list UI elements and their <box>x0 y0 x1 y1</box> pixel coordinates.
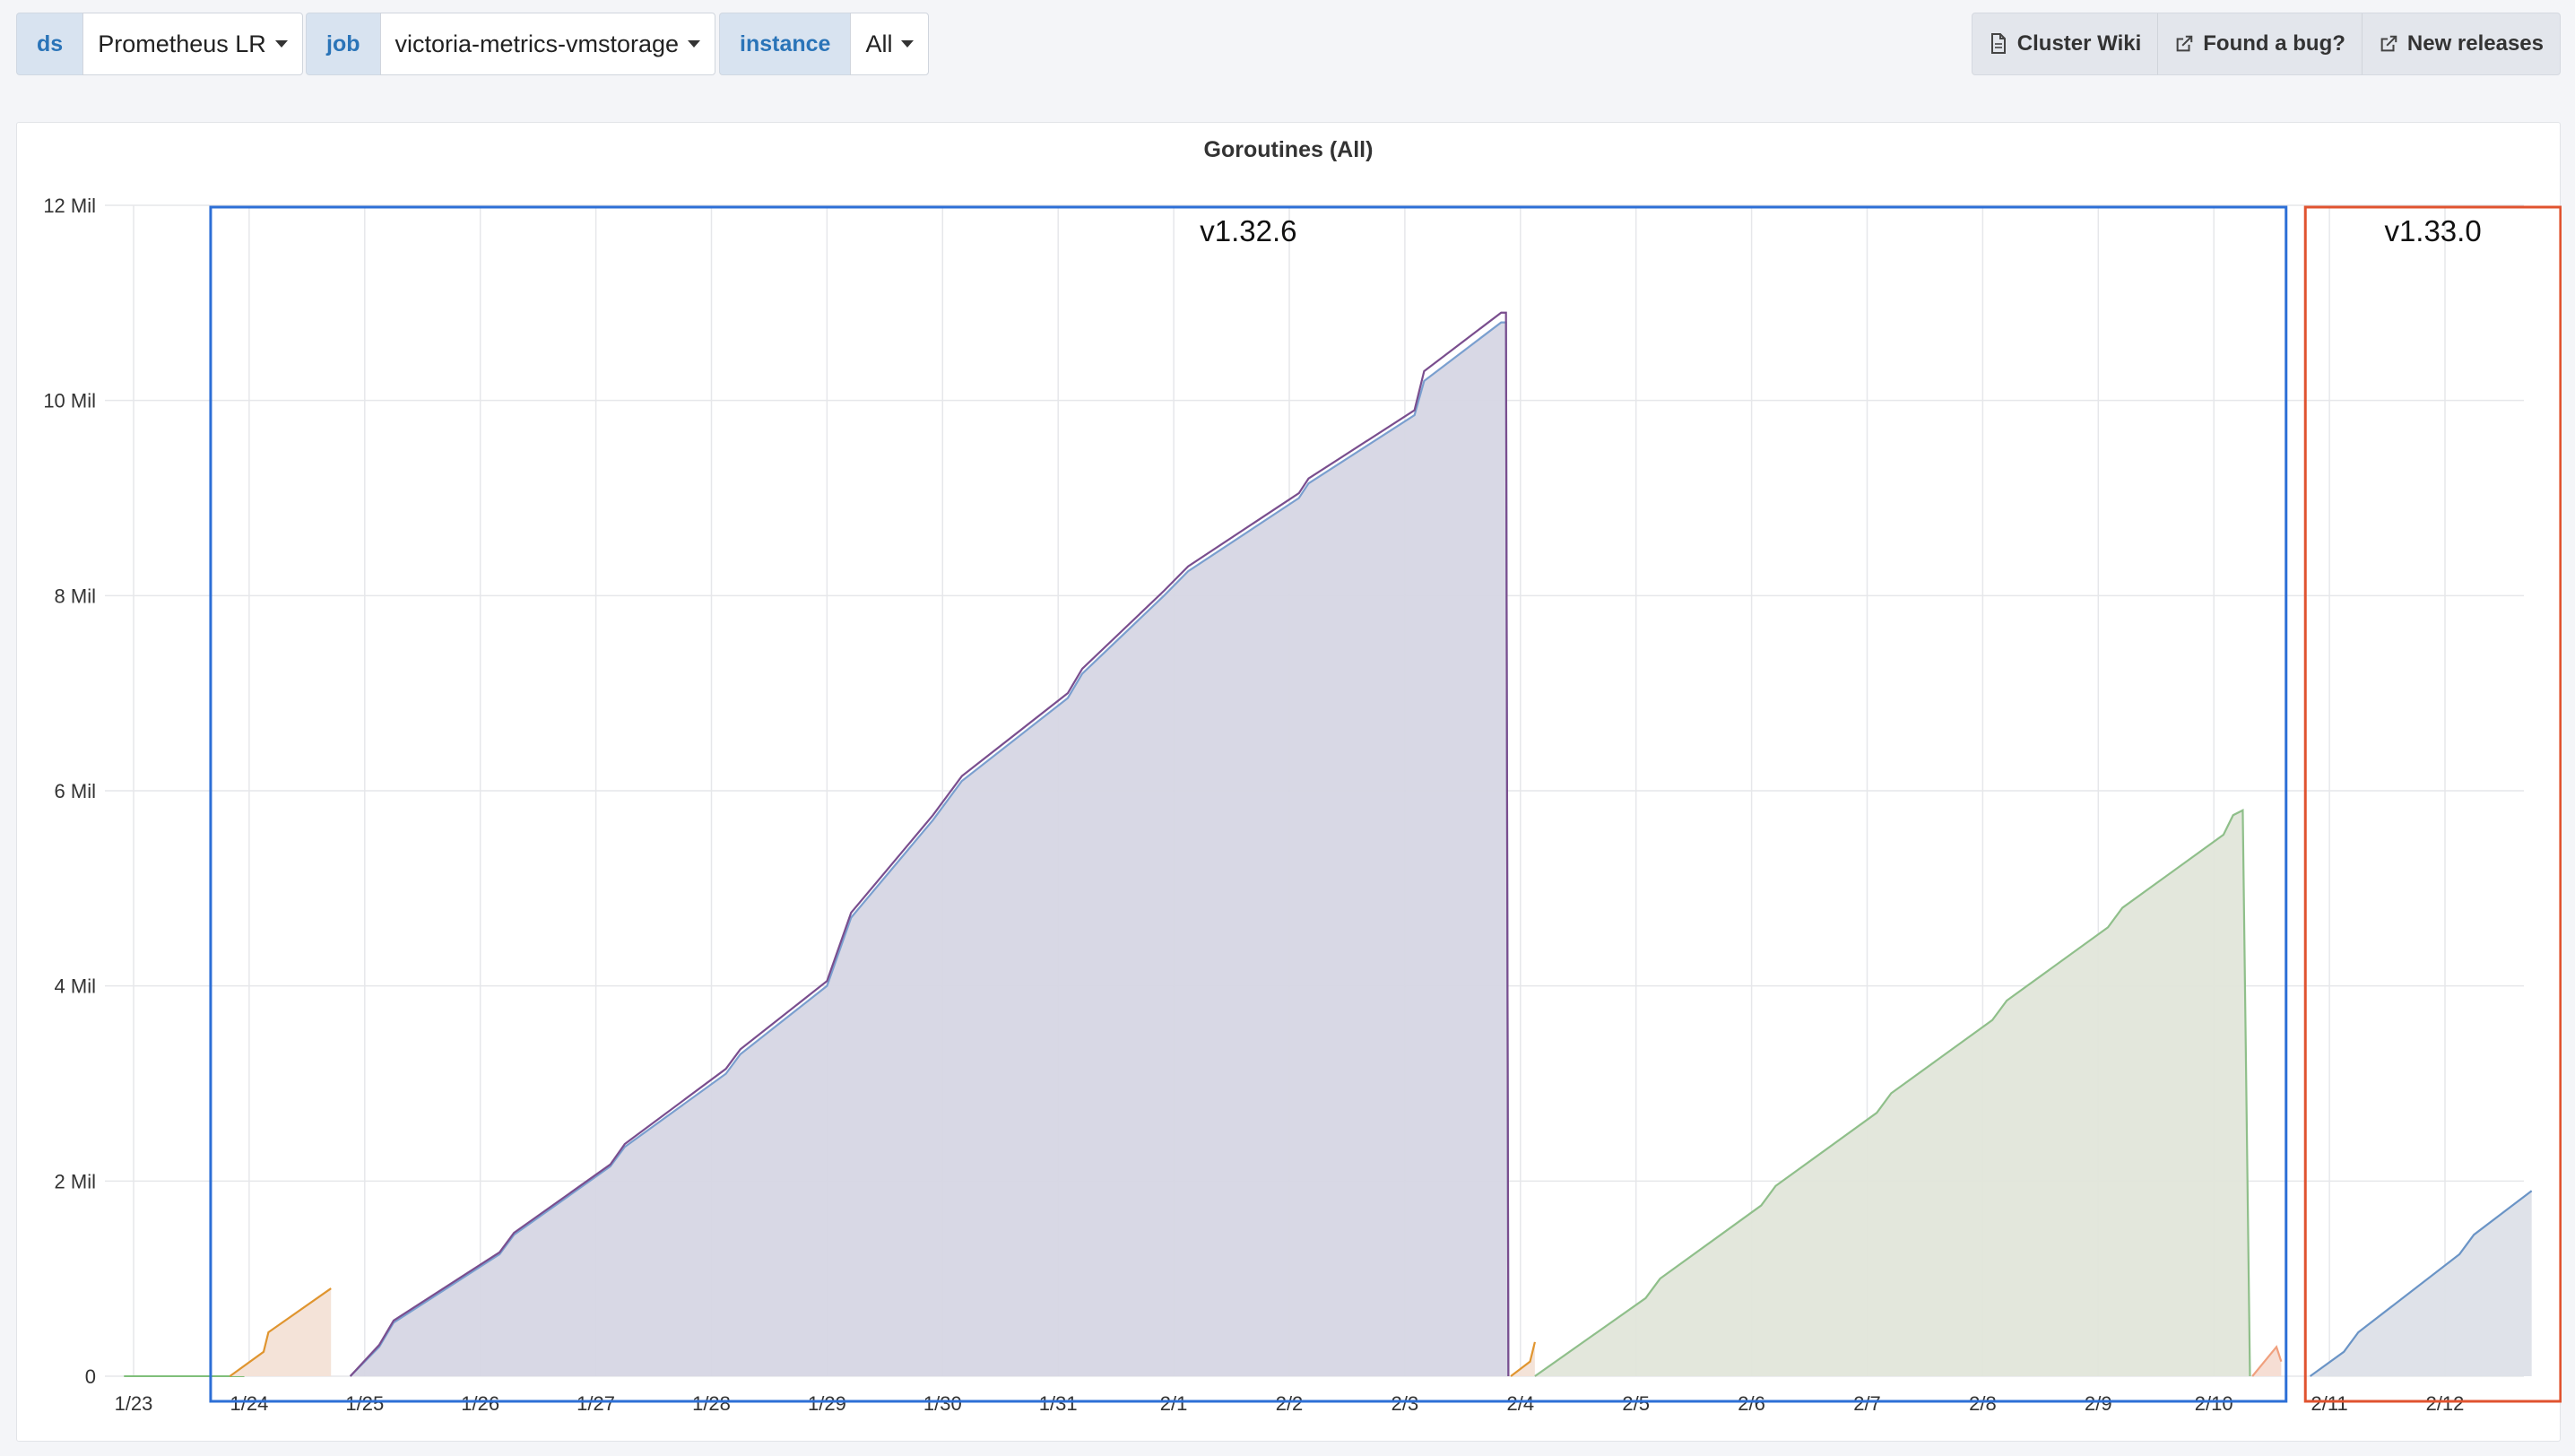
x-tick-label: 1/25 <box>345 1392 384 1415</box>
x-tick-label: 2/9 <box>2085 1392 2112 1415</box>
variable-instance: instance All <box>719 13 930 75</box>
variable-label-ds: ds <box>16 13 83 75</box>
ds-select-value: Prometheus LR <box>98 30 266 57</box>
cluster-wiki-label: Cluster Wiki <box>2016 31 2142 56</box>
variable-label-job: job <box>306 13 380 75</box>
variable-ds: ds Prometheus LR <box>16 13 303 75</box>
version-label: v1.32.6 <box>1200 214 1296 247</box>
goroutines-panel: Goroutines (All) 02 Mil 4 Mil 6 Mil 8 Mil 10… <box>16 122 2562 1443</box>
instance-select-value: All <box>865 30 893 57</box>
instance-select[interactable]: All <box>850 13 930 75</box>
x-tick-label: 1/23 <box>115 1392 153 1415</box>
y-tick-label: 4 Mil <box>55 975 96 998</box>
y-tick-label: 2 Mil <box>55 1170 96 1192</box>
ds-select[interactable]: Prometheus LR <box>82 13 303 75</box>
x-tick-label: 2/6 <box>1738 1392 1765 1415</box>
y-tick-label: 10 Mil <box>43 390 96 412</box>
external-link-icon <box>2380 35 2397 52</box>
y-tick-label: 0 <box>85 1365 96 1388</box>
new-releases-link[interactable]: New releases <box>2363 13 2560 74</box>
found-a-bug-label: Found a bug? <box>2203 31 2345 56</box>
external-link-icon <box>2176 35 2193 52</box>
cluster-wiki-link[interactable]: Cluster Wiki <box>1972 13 2159 74</box>
x-tick-label: 2/3 <box>1392 1392 1419 1415</box>
variable-job: job victoria-metrics-vmstorage <box>306 13 716 75</box>
y-tick-label: 12 Mil <box>43 195 96 217</box>
dashboard-links: Cluster Wiki Found a bug? New releases <box>1971 13 2561 75</box>
x-tick-label: 2/11 <box>2311 1392 2348 1415</box>
x-tick-label: 1/26 <box>461 1392 499 1415</box>
version-label: v1.33.0 <box>2384 214 2481 247</box>
caret-down-icon <box>901 40 915 48</box>
x-tick-label: 1/24 <box>230 1392 268 1415</box>
variable-label-instance: instance <box>719 13 851 75</box>
x-tick-label: 2/10 <box>2195 1392 2233 1415</box>
x-tick-label: 2/1 <box>1160 1392 1188 1415</box>
series-area <box>350 322 1509 1377</box>
x-tick-label: 2/2 <box>1276 1392 1304 1415</box>
caret-down-icon <box>688 40 701 48</box>
x-tick-label: 2/8 <box>1969 1392 1997 1415</box>
document-icon <box>1990 33 2006 54</box>
series-area <box>230 1288 332 1376</box>
y-tick-label: 8 Mil <box>55 585 96 607</box>
x-tick-label: 1/30 <box>923 1392 962 1415</box>
x-tick-label: 2/7 <box>1853 1392 1881 1415</box>
new-releases-label: New releases <box>2406 31 2544 56</box>
x-tick-label: 1/28 <box>692 1392 731 1415</box>
x-tick-label: 1/31 <box>1039 1392 1078 1415</box>
caret-down-icon <box>274 40 288 48</box>
found-a-bug-link[interactable]: Found a bug? <box>2158 13 2363 74</box>
x-tick-label: 2/4 <box>1507 1392 1535 1415</box>
x-tick-label: 2/5 <box>1622 1392 1650 1415</box>
x-tick-label: 1/29 <box>808 1392 846 1415</box>
job-select[interactable]: victoria-metrics-vmstorage <box>379 13 716 75</box>
job-select-value: victoria-metrics-vmstorage <box>394 30 680 57</box>
y-tick-label: 6 Mil <box>55 780 96 802</box>
x-tick-label: 2/12 <box>2426 1392 2465 1415</box>
x-tick-label: 1/27 <box>577 1392 615 1415</box>
goroutines-chart[interactable]: 0 2 Mil 4 Mil 6 Mil 8 Mil 10 Mil 12 Mil 1/23 1/2… <box>17 123 2562 1443</box>
